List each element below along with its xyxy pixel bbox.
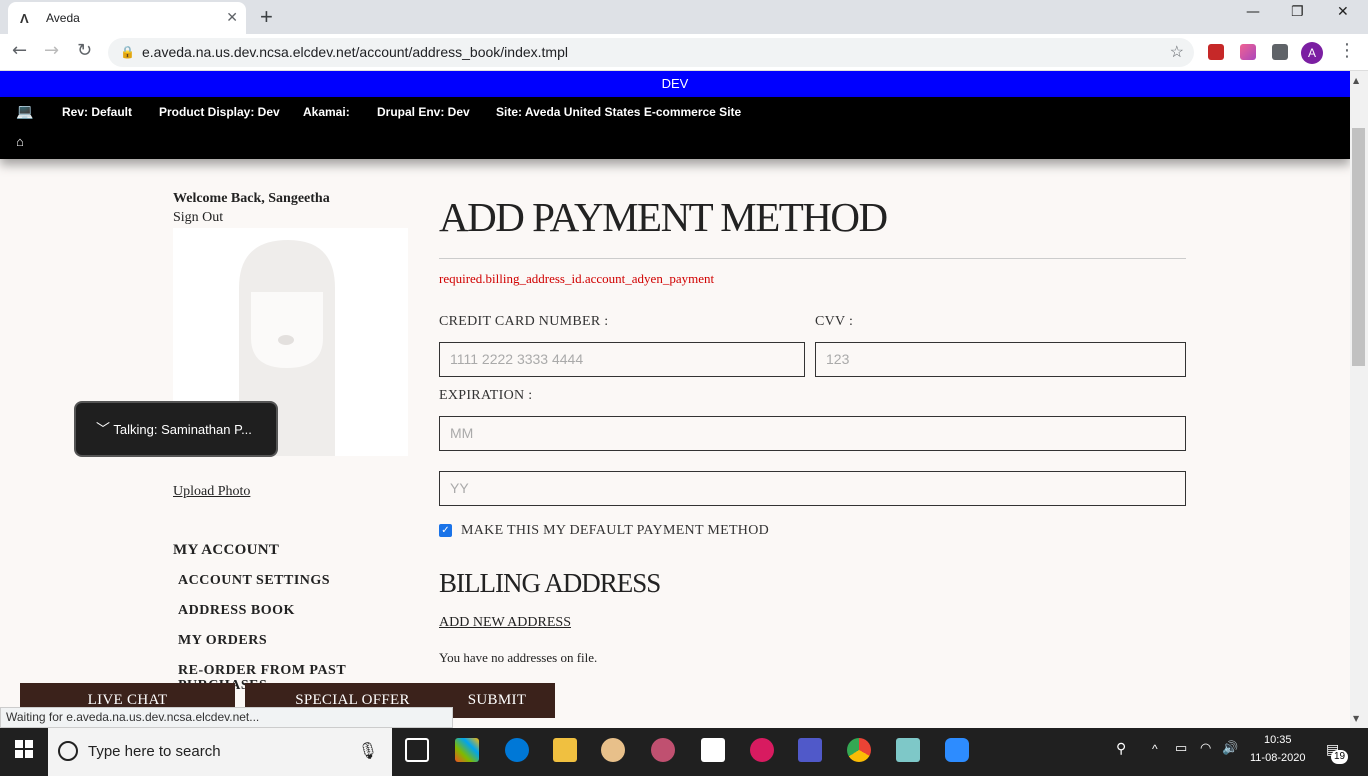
home-icon[interactable]: ⌂ — [16, 134, 24, 149]
bookmark-star-icon[interactable]: ☆ — [1170, 38, 1184, 67]
url-text: e.aveda.na.us.dev.ncsa.elcdev.net/accoun… — [142, 44, 568, 60]
default-payment-label[interactable]: MAKE THIS MY DEFAULT PAYMENT METHOD — [461, 523, 769, 539]
cvv-input[interactable]: 123 — [815, 342, 1186, 377]
slack-icon[interactable] — [750, 738, 774, 762]
edge-icon[interactable] — [505, 738, 529, 762]
wifi-icon[interactable]: ◠ — [1200, 740, 1211, 756]
expiration-label: EXPIRATION : — [439, 388, 533, 403]
taskbar-search-placeholder: Type here to search — [88, 743, 221, 760]
zoom-icon[interactable] — [945, 738, 969, 762]
sidebar-item-address-book[interactable]: ADDRESS BOOK — [178, 603, 295, 619]
forward-icon[interactable]: → — [44, 40, 59, 61]
scroll-down-icon[interactable]: ▼ — [1353, 714, 1359, 723]
error-message: required.billing_address_id.account_adye… — [439, 271, 715, 286]
card-number-label: CREDIT CARD NUMBER : — [439, 314, 609, 329]
chevron-down-icon: ﹀ — [96, 421, 110, 437]
mcafee-extension-icon[interactable] — [1208, 44, 1224, 60]
tab-title: Aveda — [46, 11, 80, 25]
product-display-info: Product Display: Dev — [159, 105, 280, 119]
volume-icon[interactable]: 🔊 — [1222, 740, 1238, 756]
divider — [439, 258, 1186, 259]
windows-taskbar: Type here to search 🎙 ⚲ ^ ▭ ◠ 🔊 10:35 11… — [0, 728, 1368, 776]
browser-tab[interactable]: Λ Aveda ✕ — [8, 2, 246, 34]
profile-avatar[interactable]: A — [1301, 42, 1323, 64]
submit-button[interactable]: SUBMIT — [439, 683, 555, 718]
expiration-month-input[interactable]: MM — [439, 416, 1186, 451]
file-explorer-icon[interactable] — [553, 738, 577, 762]
back-icon[interactable]: ← — [12, 40, 27, 61]
upload-photo-link[interactable]: Upload Photo — [173, 484, 250, 500]
clock-date[interactable]: 11-08-2020 — [1250, 752, 1305, 764]
tray-chevron-icon[interactable]: ^ — [1152, 742, 1158, 756]
people-icon[interactable]: ⚲ — [1116, 740, 1126, 757]
scroll-up-icon[interactable]: ▲ — [1353, 76, 1359, 85]
chrome-icon[interactable] — [847, 738, 871, 762]
billing-address-heading: BILLING ADDRESS — [439, 568, 661, 598]
notification-badge: 19 — [1331, 750, 1348, 764]
address-bar[interactable]: 🔒 e.aveda.na.us.dev.ncsa.elcdev.net/acco… — [108, 38, 1194, 67]
browser-status-bar: Waiting for e.aveda.na.us.dev.ncsa.elcde… — [0, 707, 453, 728]
environment-bar: 💻 Rev: Default Product Display: Dev Akam… — [0, 97, 1350, 159]
store-icon[interactable] — [455, 738, 479, 762]
cortana-icon — [58, 741, 78, 761]
add-new-address-link[interactable]: ADD NEW ADDRESS — [439, 615, 571, 631]
sign-out-link[interactable]: Sign Out — [173, 210, 223, 226]
aveda-favicon-icon: Λ — [20, 10, 29, 26]
extension-icon[interactable] — [1240, 44, 1256, 60]
rev-info: Rev: Default — [62, 105, 133, 119]
expiration-year-input[interactable]: YY — [439, 471, 1186, 506]
sidebar-item-account-settings[interactable]: ACCOUNT SETTINGS — [178, 573, 330, 589]
taskbar-search-box[interactable]: Type here to search 🎙 — [48, 728, 392, 776]
page-title: ADD PAYMENT METHOD — [439, 194, 888, 240]
default-payment-checkbox[interactable]: ✓ — [439, 524, 452, 537]
notepad-icon[interactable] — [896, 738, 920, 762]
paint3d-icon[interactable] — [651, 738, 675, 762]
battery-icon[interactable]: ▭ — [1175, 740, 1187, 756]
restore-icon[interactable]: ❐ — [1291, 4, 1304, 20]
browser-tab-strip: Λ Aveda ✕ + — ❐ ✕ — [0, 0, 1368, 34]
welcome-message: Welcome Back, Sangeetha — [173, 191, 330, 206]
close-tab-icon[interactable]: ✕ — [226, 9, 238, 26]
drupal-env-info: Drupal Env: Dev — [377, 105, 470, 119]
lock-icon: 🔒 — [120, 45, 135, 59]
sticky-notes-icon[interactable] — [701, 738, 725, 762]
my-account-heading[interactable]: MY ACCOUNT — [173, 542, 279, 559]
laptop-icon[interactable]: 💻 — [16, 103, 33, 120]
paint-icon[interactable] — [601, 738, 625, 762]
browser-toolbar: ← → ↻ 🔒 e.aveda.na.us.dev.ncsa.elcdev.ne… — [0, 34, 1368, 71]
windows-start-icon[interactable] — [15, 740, 33, 758]
site-info: Site: Aveda United States E-commerce Sit… — [496, 105, 742, 119]
no-addresses-text: You have no addresses on file. — [439, 650, 598, 665]
task-view-icon[interactable] — [405, 738, 429, 762]
window-close-icon[interactable]: ✕ — [1337, 4, 1349, 20]
browser-menu-icon[interactable]: ⋮ — [1338, 40, 1356, 61]
scrollbar-thumb[interactable] — [1352, 128, 1365, 366]
sidebar-item-my-orders[interactable]: MY ORDERS — [178, 633, 267, 649]
clock-time[interactable]: 10:35 — [1264, 734, 1292, 746]
minimize-icon[interactable]: — — [1246, 4, 1260, 20]
teams-icon[interactable] — [798, 738, 822, 762]
chat-popup-label: Talking: Saminathan P... — [113, 422, 252, 437]
chat-popup[interactable]: ﹀ Talking: Saminathan P... — [76, 403, 276, 455]
microphone-icon[interactable]: 🎙 — [358, 728, 378, 776]
akamai-info: Akamai: — [303, 105, 350, 119]
dev-banner: DEV — [0, 71, 1350, 97]
extensions-puzzle-icon[interactable] — [1272, 44, 1288, 60]
card-number-input[interactable]: 1111 2222 3333 4444 — [439, 342, 805, 377]
reload-icon[interactable]: ↻ — [77, 40, 92, 61]
new-tab-icon[interactable]: + — [260, 4, 273, 30]
cvv-label: CVV : — [815, 314, 854, 329]
